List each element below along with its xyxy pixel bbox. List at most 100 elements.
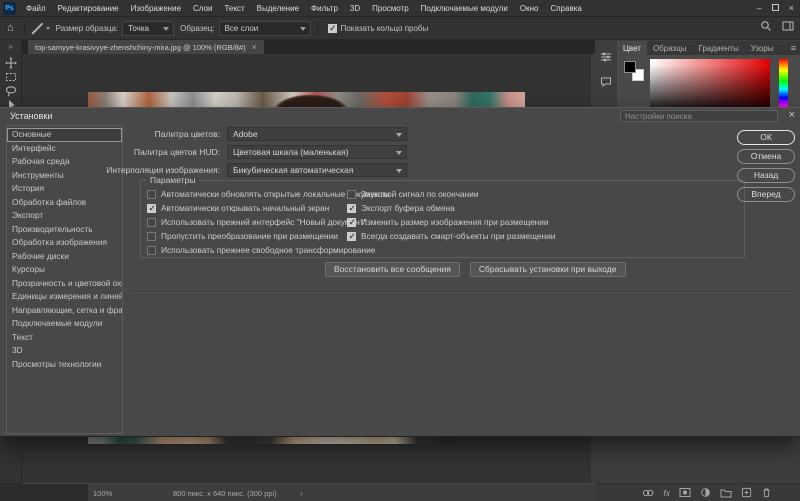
field-select[interactable]: Adobe xyxy=(227,127,407,141)
zoom-level[interactable]: 100% xyxy=(93,489,112,498)
checkbox-icon[interactable] xyxy=(147,203,156,214)
document-tab[interactable]: top-samyye-krasivyye-zhenshchiny-mira.jp… xyxy=(28,40,264,54)
sidebar-item[interactable]: Рабочие диски xyxy=(7,250,122,264)
close-icon[interactable]: × xyxy=(789,3,794,13)
properties-panel-icon[interactable] xyxy=(600,51,612,63)
preferences-search-input[interactable] xyxy=(620,110,778,122)
nav-button[interactable]: Назад xyxy=(737,168,795,183)
preference-checkbox-row[interactable]: Использовать прежнее свободное трансформ… xyxy=(147,243,389,257)
field-select[interactable]: Цветовая шкала (маленькая) xyxy=(227,145,407,159)
layer-mask-icon[interactable] xyxy=(679,487,691,498)
comments-panel-icon[interactable] xyxy=(600,76,612,88)
saturation-field[interactable] xyxy=(650,59,770,114)
menu-item[interactable]: Файл xyxy=(20,4,52,13)
checkbox-icon[interactable] xyxy=(147,231,156,241)
hue-slider[interactable] xyxy=(779,59,788,114)
menu-item[interactable]: Справка xyxy=(544,4,587,13)
panel-tab[interactable]: Градиенты xyxy=(693,41,745,55)
layer-effects-icon[interactable]: fx xyxy=(663,488,670,498)
preference-field-row: Интерполяция изображения: Бикубическая а… xyxy=(0,163,407,177)
home-icon[interactable]: ⌂ xyxy=(7,22,14,34)
marquee-tool-icon[interactable] xyxy=(4,70,18,84)
action-button[interactable]: Сбрасывать установки при выходе xyxy=(469,262,626,277)
workspace-switcher-icon[interactable] xyxy=(782,20,794,32)
search-icon[interactable] xyxy=(760,20,772,32)
photoshop-logo: Ps xyxy=(3,1,16,15)
toolbar-collapse-icon[interactable]: » xyxy=(0,40,21,51)
show-sampling-ring-checkbox[interactable]: Показать кольцо пробы xyxy=(327,23,428,34)
lasso-tool-icon[interactable] xyxy=(4,84,18,98)
status-menu-chevron-icon[interactable]: › xyxy=(300,488,303,498)
sidebar-item[interactable]: 3D xyxy=(7,344,122,358)
delete-layer-icon[interactable] xyxy=(761,487,772,498)
menu-item[interactable]: Подключаемые модули xyxy=(415,4,514,13)
link-layers-icon[interactable] xyxy=(642,488,654,498)
sidebar-item[interactable]: Производительность xyxy=(7,223,122,237)
field-label: Интерполяция изображения: xyxy=(106,165,220,175)
preference-checkbox-row[interactable]: Звуковой сигнал по окончании xyxy=(347,187,555,201)
preference-checkbox-row[interactable]: Изменить размер изображения при размещен… xyxy=(347,215,555,229)
sidebar-item[interactable]: Текст xyxy=(7,331,122,345)
checkbox-icon[interactable] xyxy=(147,217,156,227)
preference-field-row: Палитра цветов HUD: Цветовая шкала (мале… xyxy=(0,145,407,159)
eyedropper-icon[interactable] xyxy=(31,22,44,35)
sidebar-item[interactable]: Прозрачность и цветовой охват xyxy=(7,277,122,291)
menu-item[interactable]: Фильтр xyxy=(305,4,344,13)
preference-checkbox-row[interactable]: Всегда создавать смарт-объекты при разме… xyxy=(347,229,555,243)
menu-item[interactable]: Текст xyxy=(218,4,250,13)
move-tool-icon[interactable] xyxy=(4,56,18,70)
panel-menu-icon[interactable]: ≡ xyxy=(791,43,796,53)
document-tab-bar: top-samyye-krasivyye-zhenshchiny-mira.jp… xyxy=(22,40,595,54)
checkbox-icon[interactable] xyxy=(347,231,356,242)
sidebar-item[interactable]: Курсоры xyxy=(7,263,122,277)
sidebar-item[interactable]: Обработка изображения xyxy=(7,236,122,250)
sidebar-item[interactable]: Направляющие, сетка и фрагменты xyxy=(7,304,122,318)
sample-size-label: Размер образца: xyxy=(55,23,119,33)
field-label: Палитра цветов HUD: xyxy=(133,147,220,157)
sidebar-item[interactable]: Обработка файлов xyxy=(7,196,122,210)
preference-checkbox-row[interactable]: Экспорт буфера обмена xyxy=(347,201,555,215)
adjustment-layer-icon[interactable] xyxy=(700,487,711,498)
layer-group-icon[interactable] xyxy=(720,488,732,498)
sample-layers-select[interactable]: Все слои xyxy=(218,20,311,36)
sample-size-select[interactable]: Точка xyxy=(122,20,175,36)
checkbox-icon[interactable] xyxy=(347,217,356,228)
field-select[interactable]: Бикубическая автоматическая xyxy=(227,163,407,177)
menu-item[interactable]: Слои xyxy=(187,4,218,13)
nav-button[interactable]: Вперед xyxy=(737,187,795,202)
preference-field-row: Палитра цветов: Adobe xyxy=(0,127,407,141)
checkbox-icon[interactable] xyxy=(347,189,356,199)
menu-item[interactable]: Окно xyxy=(514,4,545,13)
action-button[interactable]: Восстановить все сообщения xyxy=(325,262,460,277)
tab-close-icon[interactable]: × xyxy=(252,42,257,52)
tool-options-bar: ⌂ Размер образца: Точка Образец: Все сло… xyxy=(0,17,800,40)
checkbox-icon[interactable] xyxy=(147,245,156,255)
sidebar-item[interactable]: Подключаемые модули xyxy=(7,317,122,331)
sidebar-item[interactable]: Просмотры технологии xyxy=(7,358,122,372)
maximize-icon[interactable] xyxy=(771,3,779,13)
new-layer-icon[interactable] xyxy=(741,487,752,498)
panel-icon-strip xyxy=(595,41,617,117)
checkbox-icon[interactable] xyxy=(147,189,156,199)
checkbox-icon[interactable] xyxy=(347,203,356,214)
checkbox-icon[interactable] xyxy=(327,23,337,34)
panel-tab[interactable]: Цвет xyxy=(617,41,647,55)
sidebar-item[interactable]: Единицы измерения и линейки xyxy=(7,290,122,304)
panel-tab[interactable]: Образцы xyxy=(647,41,693,55)
menu-item[interactable]: Просмотр xyxy=(366,4,415,13)
foreground-color-swatch[interactable] xyxy=(624,61,636,73)
nav-button[interactable]: Отмена xyxy=(737,149,795,164)
sidebar-item[interactable]: История xyxy=(7,182,122,196)
menu-bar: Ps Файл Редактирование Изображение Слои Текс… xyxy=(0,0,800,17)
menu-item[interactable]: 3D xyxy=(344,4,366,13)
eyedropper-caret-icon[interactable] xyxy=(45,26,50,30)
nav-button[interactable]: ОК xyxy=(737,130,795,145)
menu-item[interactable]: Редактирование xyxy=(52,4,125,13)
panel-tab[interactable]: Узоры xyxy=(745,41,780,55)
menu-item[interactable]: Выделение xyxy=(251,4,305,13)
menu-items: Файл Редактирование Изображение Слои Текст Вы… xyxy=(20,4,588,13)
menu-item[interactable]: Изображение xyxy=(125,4,187,13)
minimize-icon[interactable]: – xyxy=(757,3,762,13)
sidebar-item[interactable]: Экспорт xyxy=(7,209,122,223)
dialog-close-icon[interactable]: × xyxy=(789,109,795,121)
